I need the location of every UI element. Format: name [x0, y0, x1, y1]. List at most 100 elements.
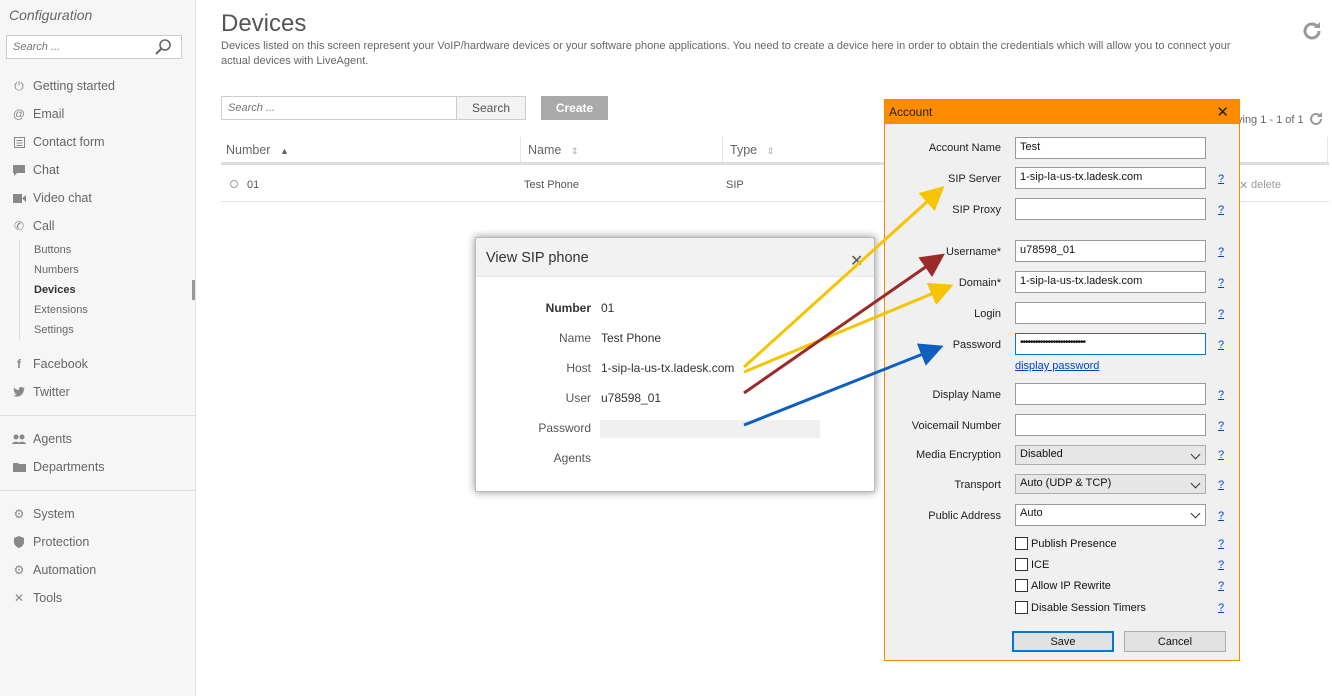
ice-checkbox[interactable] [1015, 558, 1028, 571]
help-link[interactable]: ? [1218, 479, 1224, 491]
public-address-select[interactable]: Auto [1015, 504, 1206, 526]
column-type[interactable]: Type ⇕ [730, 143, 774, 157]
public-address-label: Public Address [928, 510, 1001, 522]
page-description: Devices listed on this screen represent … [221, 40, 1231, 67]
help-link[interactable]: ? [1218, 510, 1224, 522]
login-field[interactable] [1015, 302, 1206, 324]
sidebar-subitem-numbers[interactable]: Numbers [34, 260, 195, 280]
sidebar-item-email[interactable]: @ Email [0, 100, 195, 128]
help-link[interactable]: ? [1218, 246, 1224, 258]
tools-icon: ✕ [13, 591, 25, 605]
row-radio[interactable] [230, 180, 238, 188]
refresh-icon[interactable] [1308, 111, 1324, 127]
domain-field[interactable]: 1-sip-la-us-tx.ladesk.com [1015, 271, 1206, 293]
help-link[interactable]: ? [1218, 173, 1224, 185]
sip-proxy-field[interactable] [1015, 198, 1206, 220]
login-label: Login [974, 308, 1001, 320]
help-link[interactable]: ? [1218, 602, 1224, 614]
sidebar-item-label: Tools [33, 591, 63, 605]
sip-server-field[interactable]: 1-sip-la-us-tx.ladesk.com [1015, 167, 1206, 189]
help-link[interactable]: ? [1218, 389, 1224, 401]
sip-user-value: u78598_01 [601, 391, 662, 405]
help-link[interactable]: ? [1218, 277, 1224, 289]
allow-ip-rewrite-label: Allow IP Rewrite [1031, 580, 1111, 592]
save-button[interactable]: Save [1012, 631, 1114, 652]
column-number[interactable]: Number ▲ [226, 143, 289, 157]
sidebar-item-chat[interactable]: Chat [0, 156, 195, 184]
row-name: Test Phone [524, 179, 580, 191]
search-button[interactable]: Search [456, 96, 526, 120]
sidebar-divider [0, 490, 195, 491]
cancel-button[interactable]: Cancel [1124, 631, 1226, 652]
chevron-down-icon [1190, 508, 1201, 519]
sidebar-subitem-settings[interactable]: Settings [34, 320, 195, 340]
sidebar-item-call[interactable]: ✆ Call [0, 212, 195, 240]
search-icon[interactable] [154, 38, 172, 56]
sidebar-item-twitter[interactable]: Twitter [0, 378, 195, 406]
row-type: SIP [726, 179, 744, 191]
help-link[interactable]: ? [1218, 449, 1224, 461]
facebook-icon: f [17, 357, 21, 371]
sidebar-item-automation[interactable]: ⚙ Automation [0, 556, 195, 584]
display-name-field[interactable] [1015, 383, 1206, 405]
sidebar-item-system[interactable]: ⚙ System [0, 500, 195, 528]
select-value: Auto (UDP & TCP) [1020, 477, 1112, 489]
sidebar-subitem-devices[interactable]: Devices [34, 280, 195, 300]
chat-bubble-icon [12, 163, 26, 177]
help-link[interactable]: ? [1218, 538, 1224, 550]
sidebar-item-label: Automation [33, 563, 97, 577]
voicemail-label: Voicemail Number [911, 420, 1001, 432]
sidebar: Configuration ⏻ Getting started @ Email … [0, 0, 196, 696]
disable-session-timers-checkbox[interactable] [1015, 601, 1028, 614]
delete-link[interactable]: delete [1251, 179, 1281, 191]
help-link[interactable]: ? [1218, 559, 1224, 571]
help-link[interactable]: ? [1218, 420, 1224, 432]
devices-search-input[interactable] [221, 96, 457, 120]
sidebar-item-facebook[interactable]: f Facebook [0, 350, 195, 378]
transport-label: Transport [954, 479, 1001, 491]
select-value: Disabled [1020, 448, 1063, 460]
refresh-icon[interactable] [1301, 20, 1323, 42]
chevron-down-icon [1190, 478, 1201, 489]
display-password-link[interactable]: display password [1015, 360, 1099, 372]
sidebar-item-tools[interactable]: ✕ Tools [0, 584, 195, 612]
help-link[interactable]: ? [1218, 308, 1224, 320]
column-name[interactable]: Name ⇕ [528, 143, 578, 157]
account-name-field[interactable]: Test [1015, 137, 1206, 159]
voicemail-field[interactable] [1015, 414, 1206, 436]
close-icon[interactable]: ✕ [850, 251, 863, 271]
power-icon: ⏻ [14, 78, 24, 93]
password-field[interactable]: •••••••••••••••••••••••••• [1015, 333, 1206, 355]
help-link[interactable]: ? [1218, 339, 1224, 351]
sidebar-item-video-chat[interactable]: Video chat [0, 184, 195, 212]
sidebar-subitem-buttons[interactable]: Buttons [34, 240, 195, 260]
sidebar-item-agents[interactable]: Agents [0, 425, 195, 453]
column-label: Name [528, 143, 562, 157]
transport-select[interactable]: Auto (UDP & TCP) [1015, 474, 1206, 494]
gears-icon: ⚙ [13, 563, 25, 577]
help-link[interactable]: ? [1218, 204, 1224, 216]
account-titlebar: Account ✕ [885, 100, 1239, 124]
chevron-down-icon [1190, 449, 1201, 460]
help-link[interactable]: ? [1218, 580, 1224, 592]
username-field[interactable]: u78598_01 [1015, 240, 1206, 262]
publish-presence-checkbox[interactable] [1015, 537, 1028, 550]
at-icon: @ [12, 107, 26, 121]
close-icon[interactable]: ✕ [1216, 103, 1229, 121]
twitter-bird-icon [12, 385, 26, 399]
sidebar-item-contact-form[interactable]: Contact form [0, 128, 195, 156]
sidebar-item-departments[interactable]: Departments [0, 453, 195, 481]
sip-user-label: User [565, 391, 591, 405]
sidebar-item-getting-started[interactable]: ⏻ Getting started [0, 72, 195, 100]
sidebar-item-label: Email [33, 107, 65, 121]
sidebar-item-protection[interactable]: Protection [0, 528, 195, 556]
allow-ip-rewrite-checkbox[interactable] [1015, 579, 1028, 592]
media-encryption-select[interactable]: Disabled [1015, 445, 1206, 465]
sidebar-subitem-extensions[interactable]: Extensions [34, 300, 195, 320]
sidebar-item-label: Facebook [33, 357, 88, 371]
sip-server-label: SIP Server [948, 173, 1001, 185]
create-button[interactable]: Create [541, 96, 608, 120]
delete-icon[interactable]: ✕ [1239, 179, 1248, 192]
video-camera-icon [12, 191, 26, 205]
sip-host-label: Host [566, 361, 591, 375]
